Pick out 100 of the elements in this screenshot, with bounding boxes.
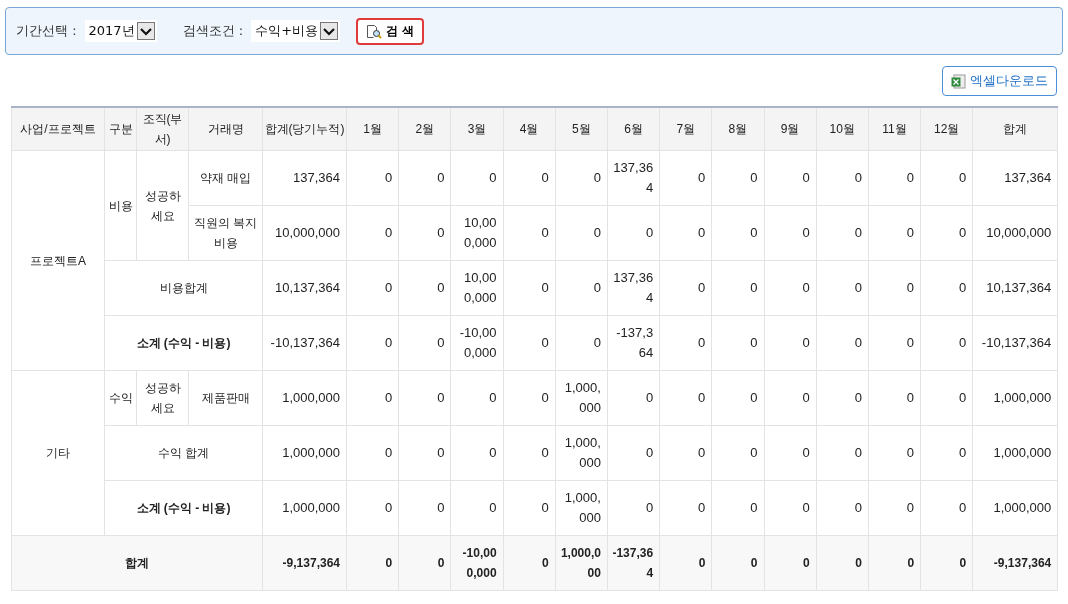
table-cell: 0 xyxy=(920,315,973,371)
table-cell: 0 xyxy=(503,535,556,591)
table-cell: 0 xyxy=(503,260,556,316)
table-cell: 0 xyxy=(711,425,764,481)
transaction-cell: 제품판매 xyxy=(188,370,263,426)
table-cell: 0 xyxy=(503,425,556,481)
column-header: 사업/프로젝트 xyxy=(11,107,105,151)
search-icon xyxy=(366,23,383,39)
column-header: 10월 xyxy=(816,107,869,151)
table-cell: 1,000,000 xyxy=(972,425,1058,481)
table-cell: 0 xyxy=(555,315,608,371)
table-cell: 0 xyxy=(764,425,817,481)
table-cell: 0 xyxy=(398,150,451,206)
table-cell: 0 xyxy=(346,150,399,206)
table-cell: 1,000,000 xyxy=(262,370,347,426)
table-cell: 0 xyxy=(816,315,869,371)
table-cell: 0 xyxy=(503,370,556,426)
table-cell: 1,000,000 xyxy=(555,480,608,536)
table-cell: 0 xyxy=(450,370,504,426)
table-cell: -10,137,364 xyxy=(262,315,347,371)
table-cell: 0 xyxy=(450,480,504,536)
table-cell: 0 xyxy=(920,535,973,591)
table-cell: 0 xyxy=(607,370,660,426)
table-cell: 10,137,364 xyxy=(972,260,1058,316)
subtotal-label: 비용합계 xyxy=(104,260,263,316)
table-cell: 0 xyxy=(450,150,504,206)
table-cell: 0 xyxy=(816,205,869,261)
condition-select[interactable]: 수익+비용 xyxy=(251,20,341,42)
table-cell: 0 xyxy=(920,370,973,426)
table-cell: 1,000,000 xyxy=(972,370,1058,426)
column-header: 7월 xyxy=(659,107,712,151)
column-header: 4월 xyxy=(503,107,556,151)
table-cell: 0 xyxy=(764,480,817,536)
table-cell: 10,000,000 xyxy=(450,205,504,261)
table-cell: 0 xyxy=(346,535,399,591)
table-cell: 0 xyxy=(868,425,921,481)
table-cell: 0 xyxy=(659,205,712,261)
table-cell: 0 xyxy=(868,480,921,536)
table-cell: 0 xyxy=(920,425,973,481)
table-cell: 0 xyxy=(555,150,608,206)
column-header: 8월 xyxy=(711,107,764,151)
table-cell: 0 xyxy=(346,370,399,426)
table-cell: 1,000,000 xyxy=(555,535,608,591)
column-header: 조직(부서) xyxy=(136,107,189,151)
table-cell: 0 xyxy=(398,260,451,316)
table-cell: 0 xyxy=(764,205,817,261)
table-cell: 0 xyxy=(398,425,451,481)
table-cell: 137,364 xyxy=(607,260,660,316)
period-select[interactable]: 2017년 xyxy=(84,20,157,42)
department-cell: 성공하세요 xyxy=(136,150,189,261)
table-cell: 0 xyxy=(868,260,921,316)
table-cell: 0 xyxy=(659,315,712,371)
table-cell: 1,000,000 xyxy=(555,370,608,426)
table-cell: 1,000,000 xyxy=(972,480,1058,536)
project-cell: 프로젝트A xyxy=(11,150,105,371)
table-cell: -9,137,364 xyxy=(972,535,1058,591)
caret-icon xyxy=(136,22,155,40)
table-cell: 0 xyxy=(659,150,712,206)
table-cell: 0 xyxy=(711,205,764,261)
table-cell: 0 xyxy=(346,260,399,316)
table-cell: -137,364 xyxy=(607,535,660,591)
table-cell: 0 xyxy=(764,370,817,426)
column-header: 합계(당기누적) xyxy=(262,107,347,151)
table-cell: 10,000,000 xyxy=(262,205,347,261)
table-cell: 1,000,000 xyxy=(262,425,347,481)
table-cell: 0 xyxy=(398,315,451,371)
table-cell: 0 xyxy=(555,205,608,261)
table-cell: 0 xyxy=(398,205,451,261)
table-cell: -10,000,000 xyxy=(450,315,504,371)
table-cell: 0 xyxy=(346,315,399,371)
table-cell: 0 xyxy=(607,205,660,261)
table-cell: 0 xyxy=(398,370,451,426)
table-cell: 10,137,364 xyxy=(262,260,347,316)
table-cell: 137,364 xyxy=(972,150,1058,206)
category-cell: 비용 xyxy=(104,150,137,261)
condition-label: 검색조건 : xyxy=(182,22,244,40)
table-cell: 0 xyxy=(659,425,712,481)
table-cell: 0 xyxy=(659,260,712,316)
table-cell: 0 xyxy=(555,260,608,316)
search-button[interactable]: 검 색 xyxy=(356,17,425,45)
table-cell: 1,000,000 xyxy=(262,480,347,536)
category-cell: 수익 xyxy=(104,370,137,426)
table-cell: 0 xyxy=(503,480,556,536)
table-cell: 0 xyxy=(816,150,869,206)
table-cell: 0 xyxy=(346,480,399,536)
column-header: 합계 xyxy=(972,107,1058,151)
table-cell: 0 xyxy=(816,370,869,426)
column-header: 1월 xyxy=(346,107,399,151)
table-cell: 0 xyxy=(816,480,869,536)
table-cell: 0 xyxy=(346,205,399,261)
excel-download-button[interactable]: 엑셀다운로드 xyxy=(942,66,1057,96)
table-cell: 0 xyxy=(816,425,869,481)
table-cell: 0 xyxy=(868,150,921,206)
table-cell: -10,137,364 xyxy=(972,315,1058,371)
caret-icon xyxy=(320,22,339,40)
table-cell: 0 xyxy=(711,480,764,536)
subtotal-label: 소계 (수익 - 비용) xyxy=(104,480,263,536)
grand-total-label: 합계 xyxy=(11,535,263,591)
table-cell: 0 xyxy=(659,370,712,426)
transaction-cell: 직원의 복지 비용 xyxy=(188,205,263,261)
